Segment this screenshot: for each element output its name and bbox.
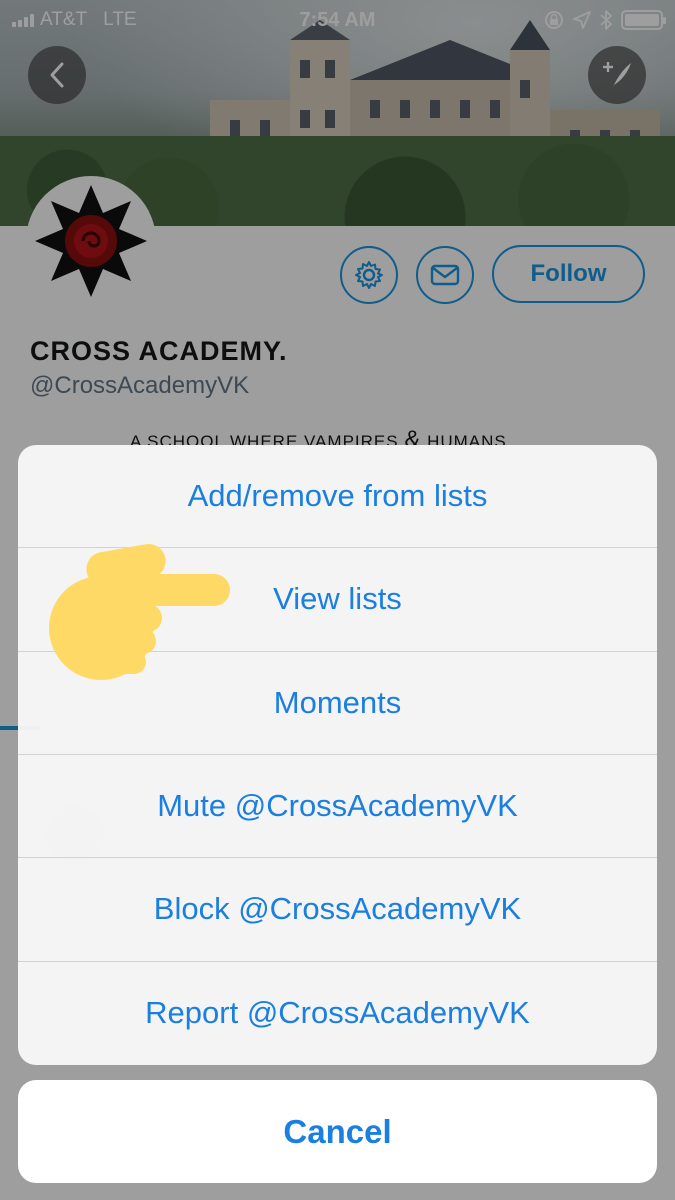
mute-option[interactable]: Mute @CrossAcademyVK [18,755,657,859]
action-sheet: Add/remove from lists View lists Moments… [18,445,657,1065]
pointing-hand-emoji-icon [49,544,230,680]
add-remove-lists-option[interactable]: Add/remove from lists [18,445,657,549]
report-option[interactable]: Report @CrossAcademyVK [18,962,657,1065]
cancel-button[interactable]: Cancel [18,1080,657,1183]
block-option[interactable]: Block @CrossAcademyVK [18,858,657,962]
